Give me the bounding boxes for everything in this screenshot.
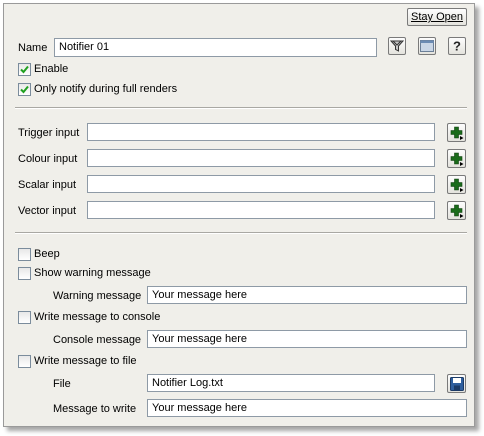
- add-trigger-input-button[interactable]: [447, 123, 466, 142]
- beep-label: Beep: [34, 248, 60, 260]
- full-renders-checkbox[interactable]: [18, 83, 31, 96]
- checkmark-icon: [20, 85, 29, 94]
- name-field[interactable]: Notifier 01: [54, 38, 377, 57]
- window-button[interactable]: [418, 37, 436, 55]
- beep-checkbox[interactable]: [18, 248, 31, 261]
- colour-input-field[interactable]: [87, 149, 435, 167]
- separator: [15, 107, 467, 109]
- vector-input-label: Vector input: [18, 205, 77, 217]
- vector-input-field[interactable]: [87, 201, 435, 219]
- scalar-input-label: Scalar input: [18, 179, 77, 191]
- separator: [15, 232, 467, 234]
- svg-text:?: ?: [453, 39, 461, 53]
- enable-label: Enable: [34, 63, 69, 75]
- filter-button[interactable]: [388, 37, 406, 55]
- window-icon: [420, 40, 434, 52]
- trigger-input-label: Trigger input: [18, 127, 80, 139]
- console-message-field[interactable]: Your message here: [147, 330, 467, 348]
- console-message-label: Console message: [53, 334, 142, 346]
- add-colour-input-button[interactable]: [447, 149, 466, 168]
- stay-open-button[interactable]: Stay Open: [407, 8, 467, 26]
- filter-icon: [390, 40, 404, 52]
- help-icon: ?: [453, 39, 461, 53]
- trigger-input-field[interactable]: [87, 123, 435, 141]
- console-checkbox[interactable]: [18, 311, 31, 324]
- message-to-write-label: Message to write: [53, 403, 137, 415]
- help-button[interactable]: ?: [448, 37, 466, 55]
- file-checkbox[interactable]: [18, 355, 31, 368]
- checkmark-icon: [20, 65, 29, 74]
- colour-input-label: Colour input: [18, 153, 78, 165]
- warning-message-field[interactable]: Your message here: [147, 286, 467, 304]
- enable-checkbox[interactable]: [18, 63, 31, 76]
- console-label: Write message to console: [34, 311, 161, 323]
- full-renders-label: Only notify during full renders: [34, 83, 178, 95]
- scalar-input-field[interactable]: [87, 175, 435, 193]
- warning-checkbox[interactable]: [18, 267, 31, 280]
- add-icon: [450, 178, 463, 192]
- add-vector-input-button[interactable]: [447, 201, 466, 220]
- warning-message-label: Warning message: [53, 290, 142, 302]
- file-label: Write message to file: [34, 355, 137, 367]
- add-scalar-input-button[interactable]: [447, 175, 466, 194]
- message-to-write-field[interactable]: Your message here: [147, 399, 467, 417]
- save-file-button[interactable]: [447, 374, 466, 393]
- add-icon: [450, 204, 463, 218]
- notifier-panel: Stay Open Name Notifier 01 ? Enable Only…: [3, 3, 475, 427]
- name-label: Name: [18, 42, 48, 54]
- file-name-field[interactable]: Notifier Log.txt: [147, 374, 435, 392]
- stay-open-label: Stay Open: [411, 11, 463, 23]
- add-icon: [450, 126, 463, 140]
- warning-label: Show warning message: [34, 267, 151, 279]
- save-icon: [449, 376, 464, 391]
- file-name-label: File: [53, 378, 71, 390]
- add-icon: [450, 152, 463, 166]
